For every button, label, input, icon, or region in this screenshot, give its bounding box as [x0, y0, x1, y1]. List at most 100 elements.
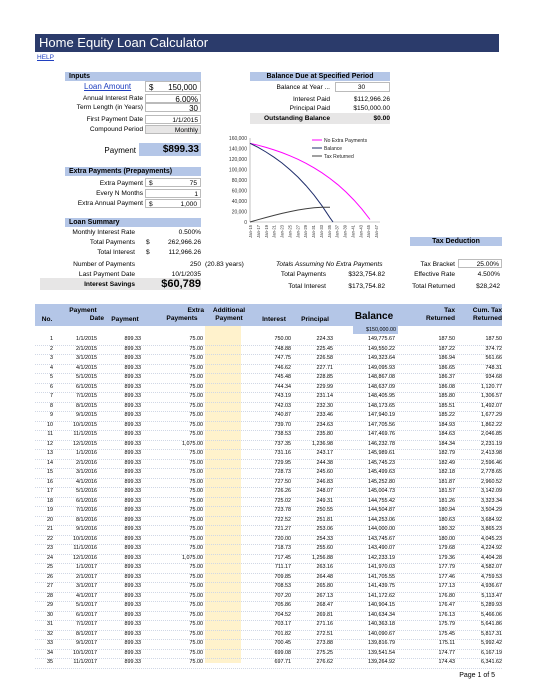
col-date: Payment Date	[62, 307, 104, 323]
tax-bracket-field[interactable]: 25.00%	[458, 259, 502, 268]
cell-payment: 899.33	[124, 564, 142, 570]
cell-extra: 75.00	[189, 516, 204, 523]
cell-balance: 143,490.07	[368, 545, 395, 551]
cell-interest: 745.48	[274, 374, 292, 380]
cell-extra: 75.00	[189, 602, 204, 608]
cell-tax: 181.26	[438, 497, 456, 504]
cell-payment: 899.33	[124, 374, 142, 380]
loan-amount-label[interactable]: Loan Amount	[84, 82, 131, 91]
savings-value: $60,789	[161, 278, 201, 290]
first-payment-field[interactable]: 1/1/2015	[145, 115, 201, 124]
cell-tax: 177.79	[438, 564, 456, 570]
cell-extra: 75.00	[189, 450, 204, 456]
interest-paid-label: Interest Paid	[292, 96, 330, 103]
cell-extra: 75.00	[189, 421, 204, 428]
extra-payment-field[interactable]: $75	[145, 178, 201, 187]
cell-tax: 184.93	[438, 421, 456, 428]
cell-no: 9	[50, 412, 53, 418]
cell-no: 5	[50, 374, 53, 380]
cell-cum-tax: 4,404.28	[481, 554, 502, 561]
cell-extra: 75.00	[189, 630, 204, 637]
help-link[interactable]: HELP	[37, 54, 54, 61]
y-tick-label: 120,000	[229, 157, 247, 163]
cell-principal: 225.45	[316, 345, 334, 352]
col-extra-line1: Extra	[187, 307, 205, 314]
cell-extra: 75.00	[189, 649, 204, 656]
rate-field[interactable]: 6.00%	[145, 94, 201, 104]
cell-extra: 75.00	[189, 611, 204, 618]
x-tick-label: Jan-37	[335, 224, 340, 237]
cell-no: 13	[47, 450, 53, 456]
cell-date: 11/1/2016	[73, 545, 97, 551]
cell-interest: 708.53	[274, 583, 292, 589]
cell-date: 2/1/2015	[76, 345, 97, 352]
cell-date: 5/1/2017	[76, 602, 97, 608]
cell-no: 8	[50, 402, 53, 409]
x-tick-label: Jan-33	[319, 224, 324, 237]
cell-tax: 182.18	[438, 469, 456, 475]
cell-date: 6/1/2016	[76, 497, 97, 504]
cell-principal: 275.25	[316, 649, 334, 656]
monthly-rate-label: Monthly Interest Rate	[72, 229, 135, 236]
cell-date: 10/1/2017	[73, 649, 97, 656]
outstanding-label: Outstanding Balance	[264, 115, 330, 122]
cell-balance: 140,634.34	[368, 611, 395, 618]
cell-cum-tax: 5,466.06	[481, 611, 502, 618]
cell-payment: 899.33	[124, 336, 142, 342]
cell-date: 4/1/2015	[76, 364, 97, 371]
cell-cum-tax: 748.31	[485, 364, 503, 371]
cell-no: 28	[47, 592, 53, 599]
series-line-1	[249, 142, 334, 223]
cell-no: 6	[50, 383, 53, 390]
extra-annual-field[interactable]: $1,000	[145, 199, 201, 208]
cell-cum-tax: 934.68	[485, 374, 503, 380]
cell-no: 24	[47, 554, 53, 561]
cell-no: 32	[47, 630, 53, 637]
col-additional-line2: Payment	[215, 315, 243, 322]
cell-cum-tax: 3,142.09	[481, 488, 502, 494]
cell-cum-tax: 4,936.67	[481, 583, 502, 589]
page-footer: Page 1 of 5	[459, 672, 495, 679]
cell-cum-tax: 4,224.92	[481, 545, 502, 551]
extra-payment-label: Extra Payment	[99, 180, 143, 187]
cell-principal: 264.48	[316, 573, 334, 580]
cell-balance: 139,541.54	[368, 649, 395, 656]
cell-payment: 899.33	[124, 602, 142, 608]
y-tick-label: 80,000	[232, 178, 248, 184]
compound-select[interactable]: Monthly	[145, 125, 201, 134]
cell-no: 17	[47, 488, 53, 494]
no-extra-total-payments-label: Total Payments	[280, 271, 326, 278]
cell-principal: 254.33	[316, 535, 334, 542]
cell-interest: 697.71	[274, 659, 292, 665]
cell-extra: 75.00	[189, 659, 204, 665]
y-tick-label: 140,000	[229, 147, 247, 153]
cell-tax: 180.00	[438, 535, 456, 542]
x-tick-label: Jan-27	[295, 224, 300, 237]
term-field[interactable]: 30	[145, 103, 201, 113]
effective-rate-value: 4.500%	[477, 271, 500, 278]
cell-balance: 139,264.92	[368, 659, 395, 665]
cell-no: 14	[47, 459, 53, 466]
cell-balance: 147,469.76	[368, 431, 395, 437]
cell-extra: 75.00	[189, 488, 204, 494]
cell-date: 3/1/2017	[76, 583, 97, 589]
cell-extra: 75.00	[189, 621, 204, 627]
extra-payment-value: 75	[189, 180, 197, 187]
cell-principal: 269.81	[316, 611, 334, 618]
every-n-field[interactable]: 1	[145, 189, 201, 198]
cell-cum-tax: 4,045.23	[481, 535, 502, 542]
cell-extra: 75.00	[189, 431, 204, 437]
cell-balance: 141,705.55	[368, 573, 395, 580]
col-additional-line1: Additional	[212, 307, 246, 314]
cell-principal: 249.31	[316, 497, 334, 504]
y-tick-label: 100,000	[229, 168, 247, 174]
balance-year-field[interactable]: 30	[335, 82, 390, 92]
cell-principal: 232.30	[316, 402, 334, 409]
cell-balance: 143,745.67	[368, 535, 395, 542]
cell-tax: 181.87	[438, 478, 456, 485]
cell-tax: 186.94	[438, 355, 456, 361]
cell-date: 8/1/2015	[76, 402, 97, 409]
loan-amount-field[interactable]: $150,000	[145, 81, 201, 92]
cell-tax: 174.43	[438, 659, 456, 665]
cell-cum-tax: 1,120.77	[481, 383, 502, 390]
